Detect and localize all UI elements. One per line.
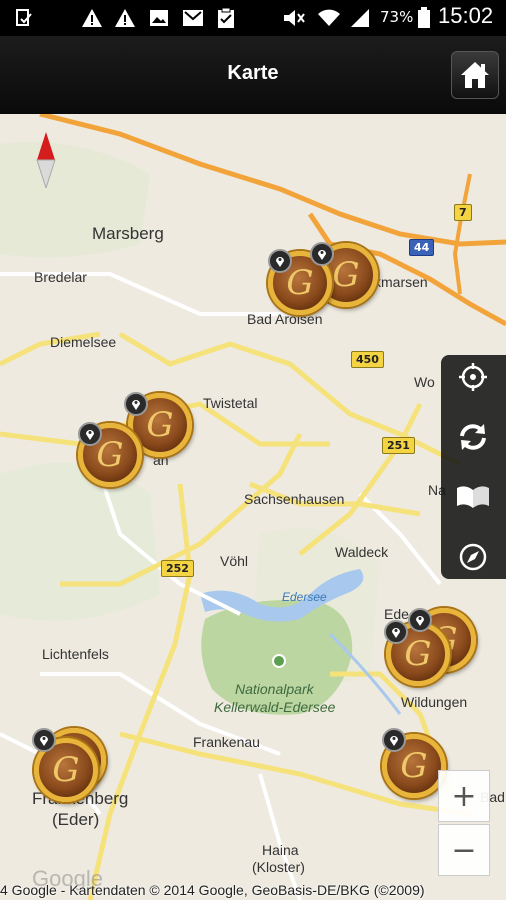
download-done-icon bbox=[12, 6, 36, 30]
locate-button[interactable] bbox=[451, 355, 495, 399]
place-label: Bredelar bbox=[34, 269, 87, 285]
refresh-button[interactable] bbox=[451, 415, 495, 459]
app-header: Karte bbox=[0, 36, 506, 114]
north-arrow-icon[interactable] bbox=[36, 132, 56, 192]
place-label: kmarsen bbox=[374, 274, 428, 290]
compass-button[interactable] bbox=[451, 535, 495, 579]
park-label: Kellerwald-Edersee bbox=[214, 699, 336, 715]
place-label: Diemelsee bbox=[50, 334, 117, 350]
place-label: Bad Arolsen bbox=[247, 311, 323, 327]
battery-icon bbox=[412, 6, 436, 30]
page-title: Karte bbox=[227, 62, 279, 84]
warning-icon bbox=[113, 6, 137, 30]
map-view[interactable]: Marsberg Bredelar Diemelsee Bad Arolsen … bbox=[0, 114, 506, 900]
zoom-in-button[interactable]: + bbox=[438, 770, 490, 822]
clipboard-check-icon bbox=[214, 6, 238, 30]
crosshair-icon bbox=[459, 363, 487, 391]
park-label: Nationalpark bbox=[235, 681, 314, 697]
place-label: (Kloster) bbox=[252, 859, 305, 875]
book-button[interactable] bbox=[451, 475, 495, 519]
map-side-toolbar bbox=[441, 355, 506, 579]
status-bar: 73% 15:02 bbox=[0, 0, 506, 36]
road-shield: 450 bbox=[351, 351, 384, 368]
location-pin-icon bbox=[32, 728, 56, 752]
location-pin-icon bbox=[268, 249, 292, 273]
place-label: Marsberg bbox=[92, 224, 164, 243]
road-shield: 7 bbox=[454, 204, 472, 221]
place-label: Haina bbox=[262, 842, 299, 858]
place-label: Waldeck bbox=[335, 544, 389, 560]
home-icon bbox=[461, 62, 489, 88]
lake-label: Edersee bbox=[282, 590, 327, 604]
road-shield: 44 bbox=[409, 239, 435, 256]
place-label: (Eder) bbox=[52, 810, 100, 829]
road-shield: 251 bbox=[382, 437, 415, 454]
place-label: Wildungen bbox=[401, 694, 468, 710]
home-button[interactable] bbox=[451, 51, 499, 99]
image-icon bbox=[147, 6, 171, 30]
battery-percent: 73% bbox=[380, 8, 414, 26]
place-label: Sachsenhausen bbox=[244, 491, 345, 507]
gmail-icon bbox=[181, 6, 205, 30]
warning-icon bbox=[80, 6, 104, 30]
road-shield: 252 bbox=[161, 560, 194, 577]
place-label: Frankenau bbox=[193, 734, 260, 750]
map-attribution[interactable]: 4 Google - Kartendaten © 2014 Google, Ge… bbox=[0, 882, 506, 898]
location-pin-icon bbox=[124, 392, 148, 416]
book-icon bbox=[457, 486, 489, 508]
clock: 15:02 bbox=[438, 3, 494, 28]
mute-icon bbox=[282, 6, 306, 30]
location-pin-icon bbox=[78, 422, 102, 446]
location-pin-icon bbox=[384, 620, 408, 644]
location-pin-icon bbox=[310, 242, 334, 266]
signal-icon bbox=[348, 6, 372, 30]
location-pin-icon bbox=[408, 608, 432, 632]
park-poi-icon bbox=[272, 654, 286, 668]
compass-icon bbox=[459, 543, 487, 571]
place-label: Wo bbox=[414, 374, 435, 390]
place-label: Twistetal bbox=[203, 395, 258, 411]
place-label: Vöhl bbox=[220, 553, 249, 569]
zoom-out-button[interactable]: − bbox=[438, 824, 490, 876]
place-label: Lichtenfels bbox=[42, 646, 109, 662]
wifi-icon bbox=[317, 6, 341, 30]
location-pin-icon bbox=[382, 728, 406, 752]
refresh-icon bbox=[460, 424, 486, 450]
